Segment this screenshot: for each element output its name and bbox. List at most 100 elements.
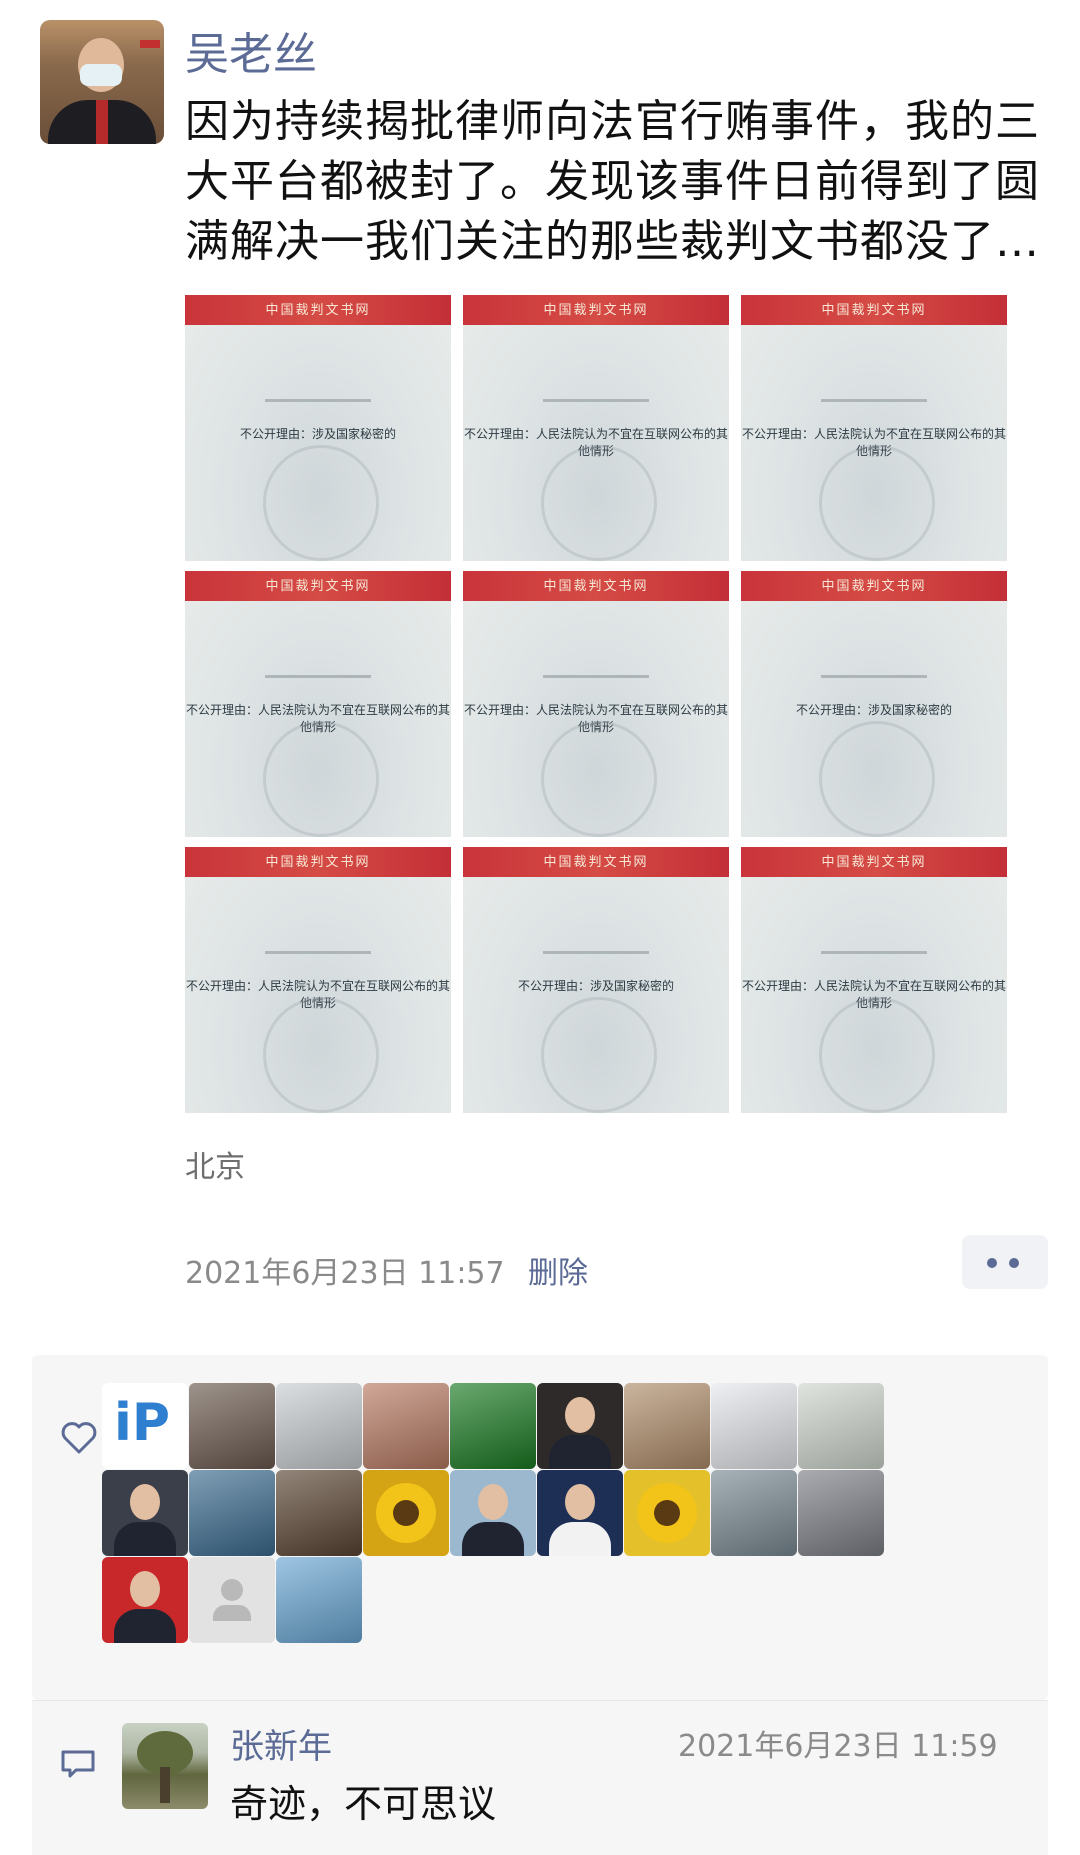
like-avatar-panda-photo[interactable] xyxy=(798,1383,884,1469)
doc-line xyxy=(542,951,650,954)
like-avatar-jade-photo[interactable] xyxy=(450,1383,536,1469)
site-header-text: 中国裁判文书网 xyxy=(543,579,649,594)
court-seal-icon xyxy=(541,721,657,837)
photo-texture xyxy=(276,1470,362,1556)
site-header-band: 中国裁判文书网 xyxy=(741,571,1007,601)
site-header-text: 中国裁判文书网 xyxy=(821,579,927,594)
site-header-text: 中国裁判文书网 xyxy=(265,855,371,870)
post-image-9[interactable]: 中国裁判文书网 不公开理由：人民法院认为不宜在互联网公布的其他情形 xyxy=(741,847,1007,1113)
like-avatar-ip-logo[interactable]: iP xyxy=(102,1383,188,1469)
delete-button[interactable]: 删除 xyxy=(528,1248,588,1292)
photo-texture xyxy=(450,1383,536,1469)
photo-texture xyxy=(624,1383,710,1469)
photo-texture xyxy=(189,1383,275,1469)
doc-line xyxy=(820,399,928,402)
sunflower-center xyxy=(654,1500,680,1526)
more-options-button[interactable] xyxy=(962,1235,1048,1289)
post-image-5[interactable]: 中国裁判文书网 不公开理由：人民法院认为不宜在互联网公布的其他情形 xyxy=(463,571,729,837)
avatar-mask xyxy=(80,64,122,86)
like-avatar-robot-photo[interactable] xyxy=(711,1383,797,1469)
portrait-body xyxy=(462,1522,524,1556)
like-avatar-sea-photo[interactable] xyxy=(276,1557,362,1643)
like-avatar-lake-photo[interactable] xyxy=(711,1470,797,1556)
court-seal-icon xyxy=(541,445,657,561)
default-avatar-head xyxy=(221,1579,243,1601)
comment-text[interactable]: 奇迹，不可思议 xyxy=(230,1773,496,1828)
like-avatar-portrait-man[interactable] xyxy=(102,1557,188,1643)
ip-logo-icon: iP xyxy=(114,1393,170,1453)
post-image-6[interactable]: 中国裁判文书网不公开理由：涉及国家秘密的 xyxy=(741,571,1007,837)
like-avatar-dancer-photo[interactable] xyxy=(276,1383,362,1469)
doc-line xyxy=(542,399,650,402)
doc-line xyxy=(820,951,928,954)
court-seal-icon xyxy=(541,997,657,1113)
post-location[interactable]: 北京 xyxy=(185,1142,245,1186)
like-avatar-sunflower-photo[interactable] xyxy=(363,1470,449,1556)
site-header-band: 中国裁判文书网 xyxy=(741,847,1007,877)
doc-reason-text: 不公开理由：涉及国家秘密的 xyxy=(239,427,396,441)
doc-line xyxy=(264,951,372,954)
site-header-text: 中国裁判文书网 xyxy=(821,855,927,870)
portrait-body xyxy=(114,1609,176,1643)
post-author-avatar[interactable] xyxy=(40,20,164,144)
like-avatar-portrait-man[interactable] xyxy=(537,1383,623,1469)
site-header-text: 中国裁判文书网 xyxy=(543,855,649,870)
photo-texture xyxy=(711,1470,797,1556)
like-avatar-mountain-photo[interactable] xyxy=(276,1470,362,1556)
comment-panel: 张新年 2021年6月23日 11:59 奇迹，不可思议 xyxy=(32,1700,1048,1855)
post-image-8[interactable]: 中国裁判文书网 不公开理由：涉及国家秘密的 xyxy=(463,847,729,1113)
photo-texture xyxy=(276,1557,362,1643)
like-avatar-portrait-woman[interactable] xyxy=(537,1470,623,1556)
portrait-head xyxy=(130,1484,160,1520)
site-header-text: 中国裁判文书网 xyxy=(821,303,927,318)
portrait-head xyxy=(565,1484,595,1520)
court-seal-icon xyxy=(819,721,935,837)
portrait-head xyxy=(130,1571,160,1607)
like-avatar-lake-photo[interactable] xyxy=(189,1470,275,1556)
doc-line xyxy=(820,675,928,678)
like-avatar-family-photo[interactable] xyxy=(798,1470,884,1556)
doc-reason-text: 不公开理由：涉及国家秘密的 xyxy=(795,703,952,717)
post-image-2[interactable]: 中国裁判文书网 不公开理由：人民法院认为不宜在互联网公布的其他情形 xyxy=(463,295,729,561)
post-image-3[interactable]: 中国裁判文书网 不公开理由：人民法院认为不宜在互联网公布的其他情形 xyxy=(741,295,1007,561)
doc-line xyxy=(542,675,650,678)
portrait-body xyxy=(549,1522,611,1556)
comment-time: 2021年6月23日 11:59 xyxy=(678,1729,998,1764)
more-dot-icon xyxy=(987,1258,997,1268)
like-avatar-sunflower-photo[interactable] xyxy=(624,1470,710,1556)
likes-panel: iP xyxy=(32,1355,1048,1700)
photo-texture xyxy=(276,1383,362,1469)
like-avatar-arm-photo[interactable] xyxy=(363,1383,449,1469)
photo-texture xyxy=(363,1383,449,1469)
site-header-band: 中国裁判文书网 xyxy=(463,295,729,325)
site-header-text: 中国裁判文书网 xyxy=(543,303,649,318)
site-header-text: 中国裁判文书网 xyxy=(265,303,371,318)
post-timestamp: 2021年6月23日 11:57 xyxy=(185,1256,505,1291)
site-header-text: 中国裁判文书网 xyxy=(265,579,371,594)
like-avatar-group-photo[interactable] xyxy=(189,1383,275,1469)
like-avatar-portrait-man[interactable] xyxy=(450,1470,536,1556)
doc-line xyxy=(264,675,372,678)
doc-line xyxy=(264,399,372,402)
portrait-head xyxy=(478,1484,508,1520)
photo-texture xyxy=(798,1470,884,1556)
like-avatar-cat-photo[interactable] xyxy=(624,1383,710,1469)
avatar-tie xyxy=(96,100,108,144)
site-header-band: 中国裁判文书网 xyxy=(185,295,451,325)
court-seal-icon xyxy=(263,997,379,1113)
comment-author-avatar[interactable] xyxy=(122,1723,208,1809)
like-avatar-portrait-man[interactable] xyxy=(102,1470,188,1556)
court-seal-icon xyxy=(263,445,379,561)
photo-texture xyxy=(798,1383,884,1469)
post-author-name[interactable]: 吴老丝 xyxy=(185,18,317,82)
comment-author-name[interactable]: 张新年 xyxy=(230,1719,332,1768)
avatar-badge xyxy=(140,40,160,48)
post-image-7[interactable]: 中国裁判文书网 不公开理由：人民法院认为不宜在互联网公布的其他情形 xyxy=(185,847,451,1113)
post-image-1[interactable]: 中国裁判文书网不公开理由：涉及国家秘密的 xyxy=(185,295,451,561)
court-seal-icon xyxy=(819,445,935,561)
site-header-band: 中国裁判文书网 xyxy=(463,847,729,877)
site-header-band: 中国裁判文书网 xyxy=(185,571,451,601)
like-avatar-default-avatar-icon[interactable] xyxy=(189,1557,275,1643)
site-header-band: 中国裁判文书网 xyxy=(741,295,1007,325)
post-image-4[interactable]: 中国裁判文书网 不公开理由：人民法院认为不宜在互联网公布的其他情形 xyxy=(185,571,451,837)
